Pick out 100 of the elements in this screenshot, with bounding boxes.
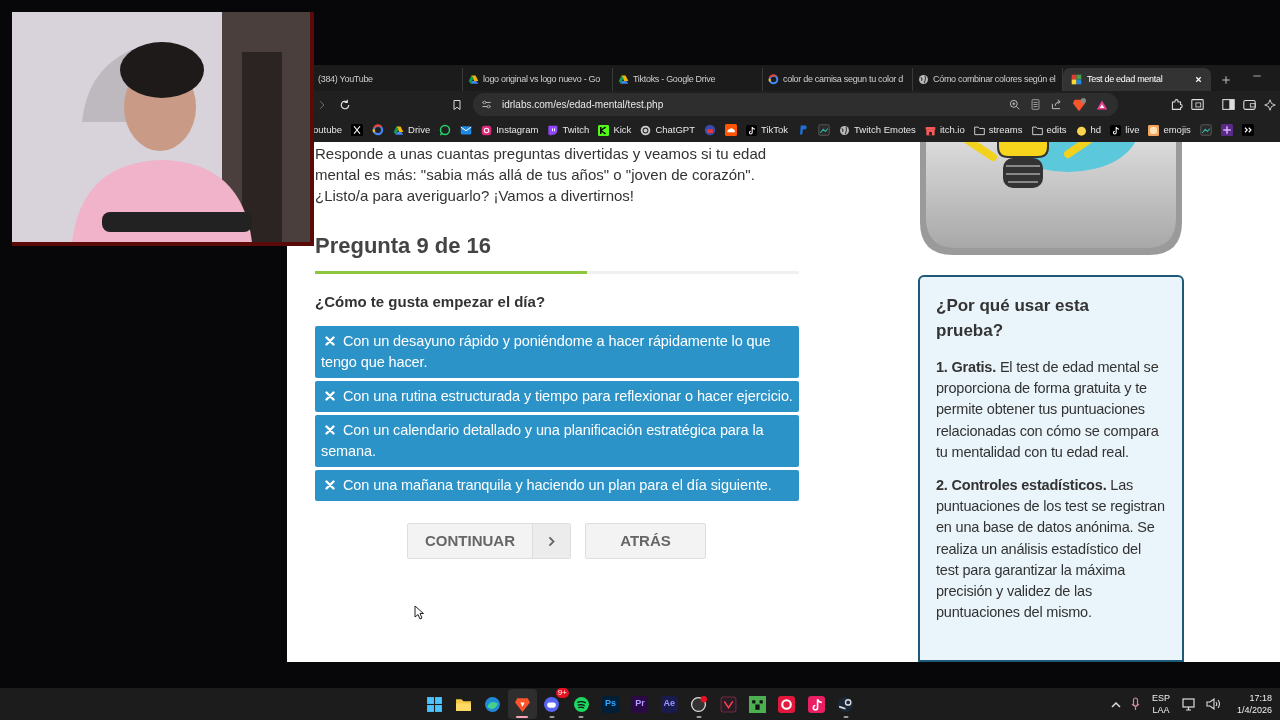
blob-icon [1075,124,1087,136]
chat-bubble-icon[interactable] [439,124,452,136]
triangle-icon [393,124,405,136]
reload-icon[interactable] [339,98,351,111]
taskbar-app-button[interactable]: Pr [625,689,655,719]
ring-icon [768,74,779,85]
mouse-cursor-icon [414,605,424,620]
zoom-icon[interactable] [1009,99,1020,110]
envelope-icon[interactable] [460,124,473,136]
four-squares-icon [425,695,443,713]
bookmark-icon[interactable] [451,98,463,111]
question-text: ¿Cómo te gusta empezar el día? [315,292,547,312]
continue-button[interactable]: CONTINUAR [407,523,571,559]
image-icon[interactable] [818,124,831,136]
globe-icon [839,124,851,136]
sparkle-icon[interactable] [1264,98,1276,111]
v-tile-icon [719,695,737,713]
browser-tab[interactable]: Test de edad mental [1063,68,1211,91]
bookmark-link[interactable]: outube [313,122,343,138]
image-icon[interactable] [1199,124,1212,136]
card-title: ¿Por qué usar esta prueba? [936,295,1091,342]
card-paragraph: 2. Controles estadísticos. Las puntuaciones de los test se registran en una base de datos anónima. Se realiza un análisis estadístico del test para garantizar la máxima precisión y validez de las puntuaciones del mismo. [936,476,1166,623]
running-indicator [578,716,584,718]
bookmark-link[interactable]: Twitch [547,122,590,138]
cross-icon [325,336,335,346]
new-tab-icon[interactable] [1221,75,1231,85]
chevron-right-icon [546,535,557,547]
back-button[interactable]: ATRÁS [585,523,706,559]
microphone-icon[interactable] [1130,697,1140,711]
shield-icon [513,695,531,713]
circle-tile-icon [778,695,796,713]
cloud-icon[interactable] [725,124,737,136]
double-chevron-icon[interactable] [1241,124,1254,136]
running-indicator [516,716,529,718]
cross-icon [325,480,335,490]
puzzle-icon[interactable] [1170,98,1183,111]
cross-icon[interactable] [351,124,364,136]
sidebar-icon[interactable] [1222,98,1235,111]
running-indicator [549,716,555,718]
note-icon [746,124,757,136]
camera-icon [481,124,493,136]
note-tile-icon [807,695,825,713]
address-bar[interactable]: idrlabs.com/es/edad-mental/test.php [473,93,1118,116]
cross-icon [325,425,335,435]
speaker-icon[interactable] [1205,698,1221,710]
globe-icon [918,74,929,85]
speech-box-icon [547,124,559,136]
round-app-icon [543,695,561,713]
tile-icon [1148,124,1160,136]
url-text: idrlabs.com/es/edad-mental/test.php [502,98,665,112]
bookmark-link[interactable]: ChatGPT [640,122,695,138]
triangle-icon[interactable] [1096,98,1108,111]
wallet-icon[interactable] [1243,98,1256,111]
knot-icon [640,124,652,136]
close-icon[interactable] [1194,75,1203,84]
taskbar-app-button[interactable]: Ae [655,689,684,719]
taskbar-app-button[interactable]: Ps [596,689,625,719]
bookmark-link[interactable]: TikTok [746,122,789,138]
bookmark-link[interactable]: streams [973,122,1023,138]
running-indicator [843,716,849,718]
site-settings-icon[interactable] [481,99,492,110]
note-icon [1110,124,1122,136]
question-heading: Pregunta 9 de 16 [315,232,493,260]
bookmark-link[interactable]: hd [1075,122,1102,138]
bookmark-link[interactable]: Drive [393,122,431,138]
shield-icon[interactable] [1072,97,1086,112]
window-icon[interactable] [1191,98,1204,111]
folder-icon [1031,124,1043,136]
bookmark-link[interactable]: Instagram [481,122,539,138]
clock[interactable]: 17:18 1/4/2026 [1230,692,1272,716]
bookmark-link[interactable]: Twitch Emotes [839,122,916,138]
block-icon [749,695,766,713]
shop-icon [924,124,936,136]
wave-circle-icon [484,695,502,713]
monitor-icon[interactable] [1181,697,1196,711]
bookmark-link[interactable]: itch.io [924,122,965,138]
round-app-icon[interactable] [704,124,716,136]
card-paragraph: 1. Gratis. El test de edad mental se proporciona de forma gratuita y te permite obtener tus puntuaciones relacionadas con cómo se compara tu mentalidad con tu edad real. [936,358,1160,462]
taskbar-app-button[interactable] [508,689,537,719]
bookmark-link[interactable]: emojis [1148,122,1191,138]
bars-circle-icon [572,695,590,713]
reader-icon[interactable] [1030,99,1041,110]
squares-icon [1071,74,1082,85]
triangle-icon [618,74,629,85]
notification-badge: 9+ [555,688,569,698]
folder-icon [973,124,985,136]
language-indicator[interactable]: ESP LAA [1149,692,1172,716]
bookmark-link[interactable]: Kick [598,122,632,138]
ring-icon[interactable] [372,124,385,136]
chevron-up-icon[interactable] [1110,700,1121,708]
taskbar-app-button[interactable]: 9+ [537,689,566,719]
ring-icon [690,695,708,713]
running-indicator [696,716,702,718]
share-icon[interactable] [1051,99,1062,110]
bookmark-link[interactable]: edits [1031,122,1067,138]
cross-icon [325,391,335,401]
intro-text: Responde a unas cuantas preguntas divertidas y veamos si tu edad mental es más: "sabia más allá de tus años" o "joven de corazón". ¿Listo/a para averiguarlo? ¡Vamos a divertirnos! [315,144,768,206]
triangle-icon [468,74,479,85]
bookmark-link[interactable]: live [1110,122,1140,138]
forward-icon[interactable] [317,99,327,110]
